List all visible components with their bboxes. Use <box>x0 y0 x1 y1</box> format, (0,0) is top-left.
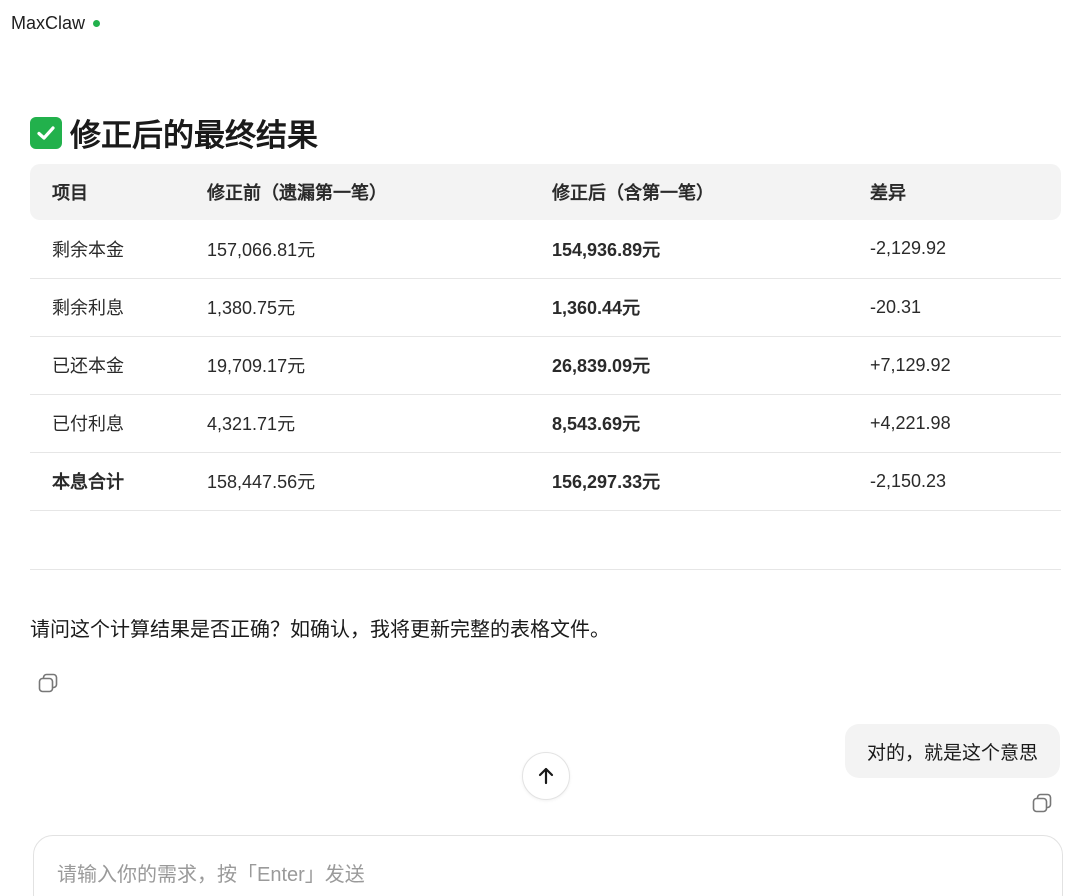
copy-icon <box>38 673 58 693</box>
cell-item: 已还本金 <box>30 336 207 395</box>
cell-after: 1,360.44元 <box>552 278 870 337</box>
table-row: 剩余本金 157,066.81元 154,936.89元 -2,129.92 <box>30 220 1061 279</box>
cell-diff: -2,150.23 <box>870 452 1061 511</box>
message-input[interactable] <box>57 864 1017 887</box>
table-row: 已还本金 19,709.17元 26,839.09元 +7,129.92 <box>30 336 1061 395</box>
cell-diff: +4,221.98 <box>870 394 1061 453</box>
table-header-row: 项目 修正前（遗漏第一笔） 修正后（含第一笔） 差异 <box>30 164 1061 220</box>
user-message-text: 对的，就是这个意思 <box>866 742 1038 764</box>
table-row: 剩余利息 1,380.75元 1,360.44元 -20.31 <box>30 278 1061 337</box>
copy-assistant-message-button[interactable] <box>35 670 61 696</box>
cell-item: 已付利息 <box>30 394 207 453</box>
cell-before: 157,066.81元 <box>207 220 552 279</box>
cell-item: 剩余利息 <box>30 278 207 337</box>
column-header-item: 项目 <box>30 164 207 220</box>
cell-before: 4,321.71元 <box>207 394 552 453</box>
user-message-bubble: 对的，就是这个意思 <box>844 724 1060 778</box>
cell-after: 8,543.69元 <box>552 394 870 453</box>
copy-user-message-button[interactable] <box>1029 790 1055 816</box>
chat-page: MaxClaw 修正后的最终结果 项目 修正前（遗漏第一笔） 修正后（含第一笔）… <box>0 0 1080 896</box>
arrow-up-icon <box>538 767 554 785</box>
cell-after: 154,936.89元 <box>552 220 870 279</box>
cell-after: 26,839.09元 <box>552 336 870 395</box>
cell-diff: -2,129.92 <box>870 220 1061 279</box>
cell-before: 158,447.56元 <box>207 452 552 511</box>
cell-diff: +7,129.92 <box>870 336 1061 395</box>
check-mark-icon <box>30 116 62 149</box>
online-status-dot <box>93 20 101 27</box>
message-composer <box>33 835 1063 896</box>
result-table: 项目 修正前（遗漏第一笔） 修正后（含第一笔） 差异 剩余本金 157,066.… <box>30 164 1061 511</box>
cell-before: 19,709.17元 <box>207 336 552 395</box>
section-heading-text: 修正后的最终结果 <box>70 118 318 153</box>
cell-item: 本息合计 <box>30 452 207 511</box>
app-header: MaxClaw <box>11 13 101 34</box>
column-header-diff: 差异 <box>870 164 1061 220</box>
column-header-before: 修正前（遗漏第一笔） <box>207 164 552 220</box>
cell-diff: -20.31 <box>870 278 1061 337</box>
copy-icon <box>1032 793 1052 813</box>
cell-after: 156,297.33元 <box>552 452 870 511</box>
app-title: MaxClaw <box>11 13 86 33</box>
table-row: 本息合计 158,447.56元 156,297.33元 -2,150.23 <box>30 452 1061 511</box>
cell-item: 剩余本金 <box>30 220 207 279</box>
assistant-question: 请问这个计算结果是否正确？如确认，我将更新完整的表格文件。 <box>30 619 610 641</box>
scroll-up-button[interactable] <box>522 752 570 800</box>
cell-before: 1,380.75元 <box>207 278 552 337</box>
result-heading: 修正后的最终结果 <box>30 110 318 155</box>
message-divider <box>30 569 1061 570</box>
table-row: 已付利息 4,321.71元 8,543.69元 +4,221.98 <box>30 394 1061 453</box>
column-header-after: 修正后（含第一笔） <box>552 164 870 220</box>
